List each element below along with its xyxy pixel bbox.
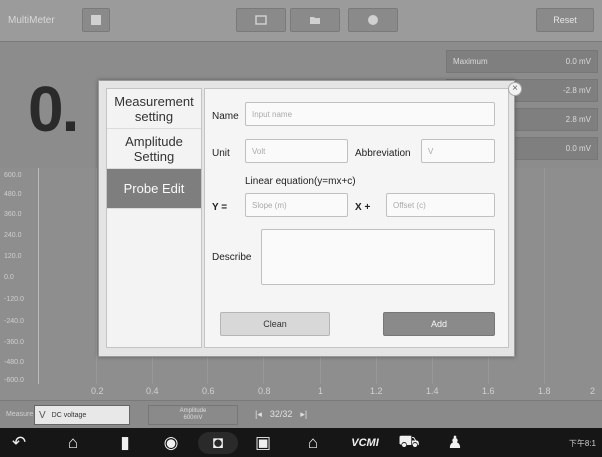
- y-tick: 0.0: [4, 274, 14, 281]
- x-tick: 1.2: [370, 386, 383, 396]
- record-button[interactable]: [236, 8, 286, 32]
- settings-tab-list: Measurement setting Amplitude Setting Pr…: [106, 88, 202, 348]
- amplitude-button[interactable]: Amplitude 600mV: [148, 405, 238, 425]
- x-tick: 1.6: [482, 386, 495, 396]
- stop-button[interactable]: [82, 8, 110, 32]
- unit-input[interactable]: Volt: [245, 139, 348, 163]
- y-tick: -240.0: [4, 318, 24, 325]
- x-tick: 0.2: [91, 386, 104, 396]
- name-input[interactable]: Input name: [245, 102, 495, 126]
- measure-value: DC voltage: [51, 411, 87, 419]
- vcmi-icon[interactable]: VCMI: [350, 432, 380, 454]
- y-tick: 360.0: [4, 211, 22, 218]
- y-axis: [38, 168, 39, 384]
- voltage-icon: V: [39, 409, 46, 421]
- main-reading: 0.: [28, 73, 79, 145]
- system-status: 下午8:1: [568, 439, 596, 448]
- stat-row-maximum: Maximum 0.0 mV: [446, 50, 598, 73]
- describe-label: Describe: [212, 252, 252, 263]
- stat-value: 0.0 mV: [565, 57, 591, 66]
- folder-button[interactable]: [290, 8, 340, 32]
- x-tick: 0.4: [146, 386, 159, 396]
- offset-input[interactable]: Offset (c): [386, 193, 495, 217]
- garage-icon[interactable]: ⌂: [302, 432, 324, 454]
- tab-probe-edit[interactable]: Probe Edit: [107, 169, 201, 209]
- measure-select[interactable]: V DC voltage: [34, 405, 130, 425]
- probe-edit-form: Name Input name Unit Volt Abbreviation V…: [204, 88, 509, 348]
- name-label: Name: [212, 111, 239, 122]
- app-title: MultiMeter: [8, 15, 55, 26]
- y-tick: -600.0: [4, 377, 24, 384]
- home-icon[interactable]: ⌂: [62, 432, 84, 454]
- close-icon[interactable]: ×: [508, 82, 522, 96]
- y-label: Y =: [212, 202, 228, 213]
- back-icon[interactable]: ↶: [8, 432, 30, 454]
- page-navigator: |◂ 32/32 ▸|: [255, 409, 307, 420]
- stat-value: -2.8 mV: [562, 86, 591, 95]
- y-tick: 480.0: [4, 191, 22, 198]
- user-support-icon[interactable]: ♟: [444, 432, 466, 454]
- tab-measurement-setting[interactable]: Measurement setting: [107, 89, 201, 129]
- next-page-icon[interactable]: ▸|: [300, 409, 307, 420]
- y-tick: -120.0: [4, 296, 24, 303]
- amplitude-value: 600mV: [183, 415, 203, 421]
- slope-input[interactable]: Slope (m): [245, 193, 348, 217]
- page-indicator: 32/32: [269, 409, 293, 419]
- y-tick: 240.0: [4, 232, 22, 239]
- grid-line: [544, 168, 545, 384]
- car-icon[interactable]: ⛟: [398, 432, 420, 454]
- abbreviation-label: Abbreviation: [355, 148, 411, 159]
- y-tick: 600.0: [4, 172, 22, 179]
- help-icon: [368, 15, 378, 25]
- reset-button[interactable]: Reset: [536, 8, 594, 32]
- screen-icon: [255, 15, 267, 25]
- x-tick: 2: [590, 386, 596, 396]
- screenshot-icon[interactable]: ▣: [252, 432, 274, 454]
- x-tick: 0.8: [258, 386, 271, 396]
- system-nav-bar: ↶ ⌂ ▮ ◉ ◘ ▣ ⌂ VCMI ⛟ ♟ 下午8:1: [0, 428, 602, 457]
- unit-label: Unit: [212, 148, 230, 159]
- grid-line: [96, 168, 97, 384]
- y-tick: 120.0: [4, 253, 22, 260]
- y-tick: -360.0: [4, 339, 24, 346]
- x-label: X +: [355, 202, 371, 213]
- measure-label: Measure: [6, 411, 34, 418]
- recents-icon[interactable]: ▮: [114, 432, 136, 454]
- describe-textarea[interactable]: [261, 229, 495, 285]
- x-tick: 1: [318, 386, 324, 396]
- help-button[interactable]: [348, 8, 398, 32]
- stop-icon: [91, 15, 101, 25]
- tab-amplitude-setting[interactable]: Amplitude Setting: [107, 129, 201, 169]
- x-tick: 1.8: [538, 386, 551, 396]
- y-tick: -480.0: [4, 359, 24, 366]
- stat-value: 0.0 mV: [565, 144, 591, 153]
- stat-label: Maximum: [453, 57, 488, 66]
- folder-icon: [310, 17, 320, 24]
- prev-page-icon[interactable]: |◂: [255, 409, 262, 420]
- x-tick: 1.4: [426, 386, 439, 396]
- measure-status-bar: Measure V DC voltage Amplitude 600mV |◂ …: [0, 400, 602, 428]
- abbreviation-input[interactable]: V: [421, 139, 495, 163]
- top-toolbar: MultiMeter Reset: [0, 0, 602, 42]
- multimeter-screen: MultiMeter Reset 0. Maximum 0.0 mV -2.8 …: [0, 0, 602, 457]
- amplitude-label: Amplitude: [179, 408, 207, 414]
- equation-caption: Linear equation(y=mx+c): [245, 176, 356, 187]
- camera-icon[interactable]: ◘: [198, 432, 238, 454]
- stat-value: 2.8 mV: [565, 115, 591, 124]
- x-tick: 0.6: [202, 386, 215, 396]
- browser-icon[interactable]: ◉: [160, 432, 182, 454]
- probe-edit-dialog: Measurement setting Amplitude Setting Pr…: [98, 80, 515, 357]
- add-button[interactable]: Add: [383, 312, 495, 336]
- clean-button[interactable]: Clean: [220, 312, 330, 336]
